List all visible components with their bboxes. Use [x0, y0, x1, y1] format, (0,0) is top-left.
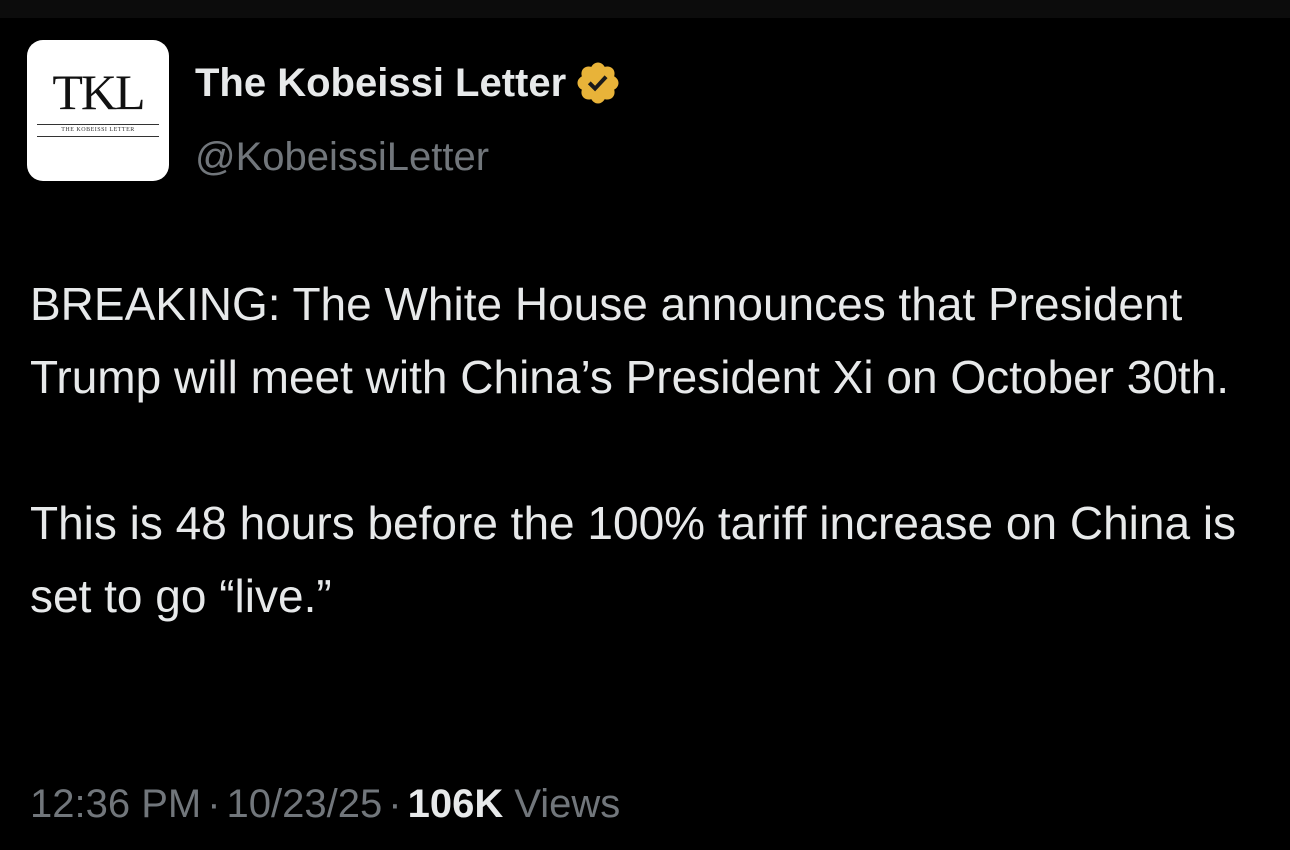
avatar-logo-rule-bottom	[37, 136, 159, 137]
tweet-body: BREAKING: The White House announces that…	[30, 268, 1270, 633]
meta-separator: ·	[388, 782, 402, 826]
avatar-logo-subtext: THE KOBEISSI LETTER	[61, 127, 135, 133]
views-label: Views	[514, 782, 621, 826]
tweet-paragraph: BREAKING: The White House announces that…	[30, 278, 1230, 403]
tweet-paragraph: This is 48 hours before the 100% tariff …	[30, 497, 1249, 622]
tweet-card: TKL THE KOBEISSI LETTER The Kobeissi Let…	[0, 18, 1290, 850]
author-name-row: The Kobeissi Letter	[195, 58, 622, 108]
avatar-logo-text: TKL	[52, 64, 145, 120]
author-display-name[interactable]: The Kobeissi Letter	[195, 61, 566, 106]
meta-separator: ·	[207, 782, 221, 826]
tweet-date[interactable]: 10/23/25	[227, 782, 383, 826]
avatar[interactable]: TKL THE KOBEISSI LETTER	[27, 40, 169, 181]
top-edge-strip	[0, 0, 1290, 18]
avatar-logo-rule-top	[37, 124, 159, 125]
tweet-meta: 12:36 PM · 10/23/25 · 106K Views	[30, 782, 620, 827]
views-count[interactable]: 106K	[408, 782, 504, 826]
tweet-time[interactable]: 12:36 PM	[30, 782, 201, 826]
author-handle[interactable]: @KobeissiLetter	[195, 135, 489, 180]
verified-gold-badge-icon	[577, 62, 619, 104]
